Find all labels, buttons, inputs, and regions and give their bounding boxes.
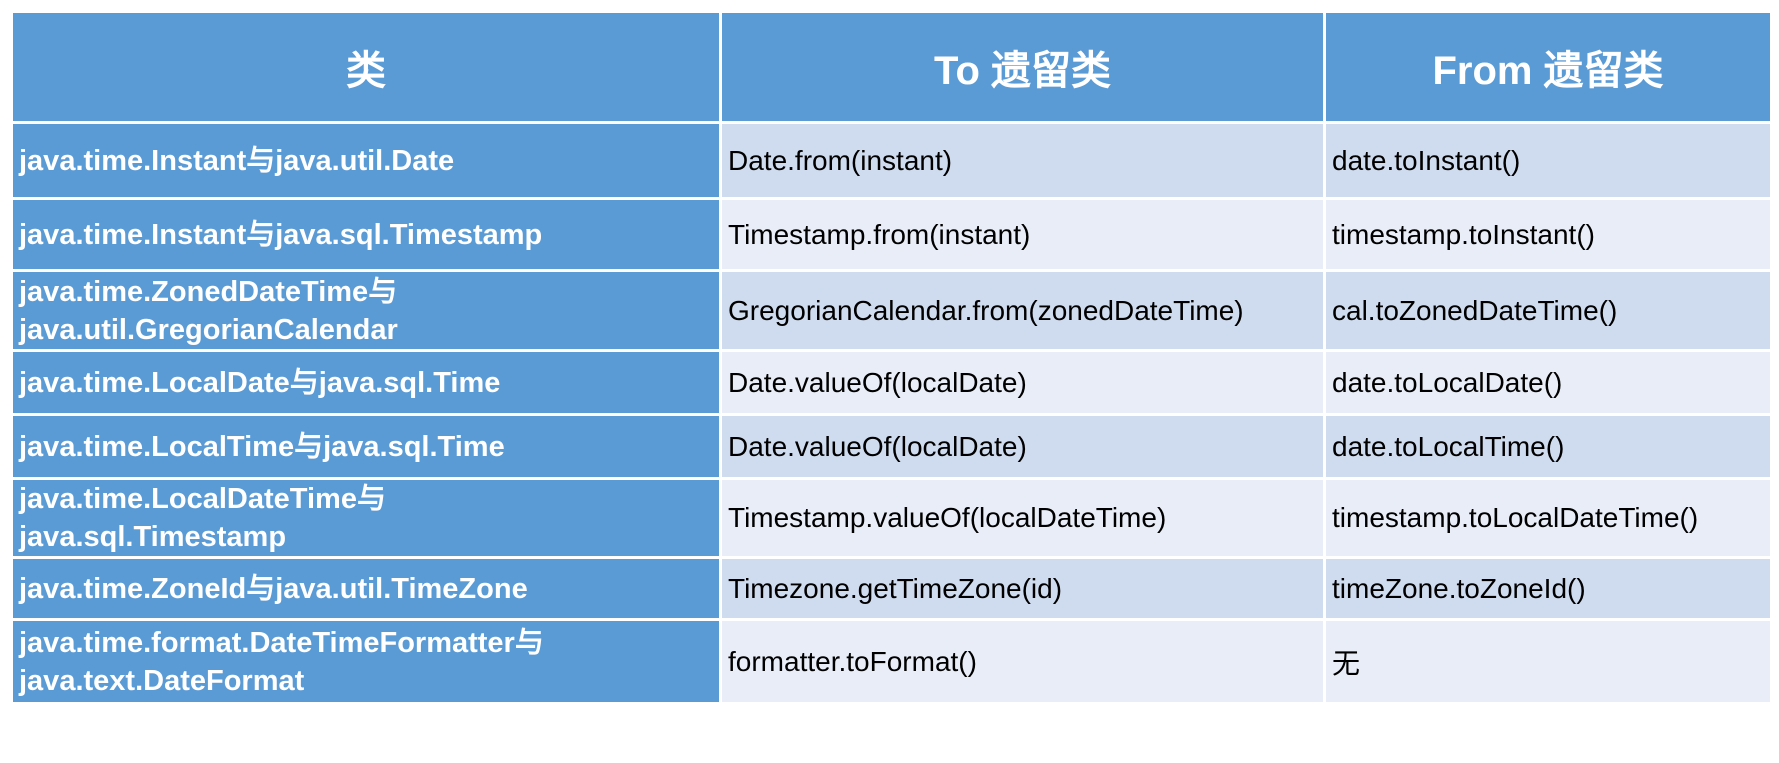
table-body: java.time.Instant与java.util.Date Date.fr…	[10, 121, 1773, 705]
class-name-line: java.time.LocalTime与java.sql.Time	[19, 430, 505, 463]
header-class: 类	[10, 10, 722, 124]
table-row: java.time.format.DateTimeFormatter与 java…	[10, 618, 1773, 705]
class-name-line: java.time.Instant与java.util.Date	[19, 144, 455, 177]
class-name-line: java.time.LocalDateTime与	[19, 483, 386, 515]
from-legacy-cell: date.toLocalTime()	[1323, 413, 1773, 480]
class-cell: java.time.ZonedDateTime与 java.util.Grego…	[10, 269, 722, 352]
class-name-line: java.util.GregorianCalendar	[19, 313, 398, 346]
from-legacy-cell: timestamp.toLocalDateTime()	[1323, 477, 1773, 559]
class-cell: java.time.Instant与java.util.Date	[10, 121, 722, 200]
to-legacy-cell: GregorianCalendar.from(zonedDateTime)	[719, 269, 1326, 352]
class-name-line: java.time.ZonedDateTime与	[19, 275, 398, 308]
table-row: java.time.LocalDateTime与 java.sql.Timest…	[10, 477, 1773, 559]
header-to-legacy: To 遗留类	[719, 10, 1326, 124]
class-cell: java.time.LocalTime与java.sql.Time	[10, 413, 722, 480]
header-from-legacy: From 遗留类	[1323, 10, 1773, 124]
class-cell: java.time.LocalDateTime与 java.sql.Timest…	[10, 477, 722, 559]
table-header-row: 类 To 遗留类 From 遗留类	[10, 10, 1773, 124]
from-legacy-cell: 无	[1323, 618, 1773, 705]
table-row: java.time.LocalDate与java.sql.Time Date.v…	[10, 349, 1773, 416]
to-legacy-cell: Timestamp.valueOf(localDateTime)	[719, 477, 1326, 559]
class-name-line: java.time.Instant与java.sql.Timestamp	[19, 218, 543, 251]
table-row: java.time.Instant与java.util.Date Date.fr…	[10, 121, 1773, 200]
class-cell: java.time.Instant与java.sql.Timestamp	[10, 197, 722, 272]
to-legacy-cell: Date.from(instant)	[719, 121, 1326, 200]
class-cell: java.time.format.DateTimeFormatter与 java…	[10, 618, 722, 705]
to-legacy-cell: Date.valueOf(localDate)	[719, 413, 1326, 480]
to-legacy-cell: formatter.toFormat()	[719, 618, 1326, 705]
to-legacy-cell: Date.valueOf(localDate)	[719, 349, 1326, 416]
class-name-line: java.text.DateFormat	[19, 664, 305, 697]
class-name-line: java.time.format.DateTimeFormatter与	[19, 626, 544, 659]
table-row: java.time.ZonedDateTime与 java.util.Grego…	[10, 269, 1773, 352]
class-cell: java.time.LocalDate与java.sql.Time	[10, 349, 722, 416]
class-name-line: java.time.ZoneId与java.util.TimeZone	[19, 572, 528, 605]
to-legacy-cell: Timestamp.from(instant)	[719, 197, 1326, 272]
table-row: java.time.LocalTime与java.sql.Time Date.v…	[10, 413, 1773, 480]
class-name-line: java.time.LocalDate与java.sql.Time	[19, 366, 501, 399]
conversion-table-container: 类 To 遗留类 From 遗留类 java.time.Instant与java…	[10, 10, 1773, 705]
from-legacy-cell: timestamp.toInstant()	[1323, 197, 1773, 272]
from-legacy-cell: timeZone.toZoneId()	[1323, 556, 1773, 621]
table-row: java.time.ZoneId与java.util.TimeZone Time…	[10, 556, 1773, 621]
from-legacy-cell: date.toLocalDate()	[1323, 349, 1773, 416]
table-row: java.time.Instant与java.sql.Timestamp Tim…	[10, 197, 1773, 272]
from-legacy-cell: cal.toZonedDateTime()	[1323, 269, 1773, 352]
from-legacy-cell: date.toInstant()	[1323, 121, 1773, 200]
class-name-line: java.sql.Timestamp	[19, 521, 287, 553]
class-cell: java.time.ZoneId与java.util.TimeZone	[10, 556, 722, 621]
legacy-conversion-table: 类 To 遗留类 From 遗留类 java.time.Instant与java…	[10, 10, 1773, 705]
to-legacy-cell: Timezone.getTimeZone(id)	[719, 556, 1326, 621]
